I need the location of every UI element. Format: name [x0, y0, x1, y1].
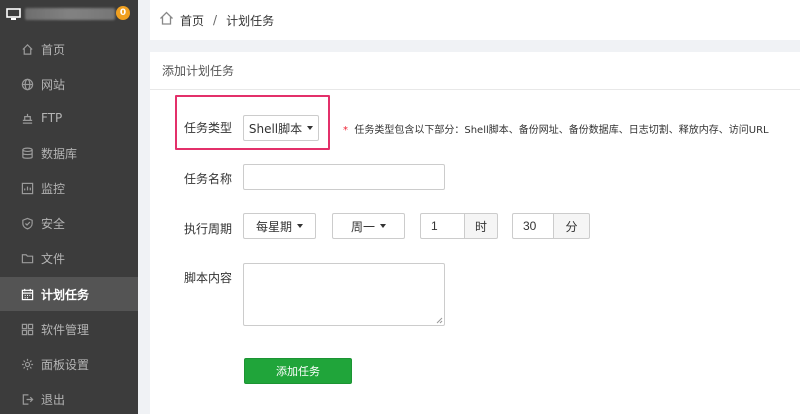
sidebar-item-label: 网站	[41, 77, 66, 92]
task-type-label: 任务类型	[184, 121, 233, 135]
sidebar-item-software[interactable]: 软件管理	[0, 312, 138, 346]
weekday-dropdown[interactable]: 周一	[332, 213, 405, 239]
shield-icon	[20, 216, 34, 230]
ftp-icon	[20, 111, 34, 125]
breadcrumb: 首页 / 计划任务	[150, 0, 800, 40]
server-icon	[6, 8, 21, 24]
database-icon	[20, 146, 34, 160]
script-textarea[interactable]	[243, 263, 445, 326]
breadcrumb-separator: /	[213, 13, 218, 27]
sidebar-item-files[interactable]: 文件	[0, 241, 138, 275]
period-value: 每星期	[255, 219, 292, 234]
sidebar-item-database[interactable]: 数据库	[0, 136, 138, 170]
task-name-label: 任务名称	[184, 172, 233, 186]
task-name-input[interactable]	[243, 164, 445, 190]
sidebar-item-label: 安全	[41, 216, 66, 231]
required-star: *	[343, 125, 348, 136]
notification-badge[interactable]: 0	[116, 6, 130, 20]
chevron-down-icon	[307, 126, 314, 130]
apps-icon	[20, 322, 34, 336]
sidebar-item-security[interactable]: 安全	[0, 206, 138, 240]
period-dropdown[interactable]: 每星期	[243, 213, 316, 239]
period-label: 执行周期	[184, 222, 233, 236]
sidebar-item-label: 监控	[41, 181, 66, 196]
logout-icon	[20, 392, 34, 406]
sidebar-item-label: 面板设置	[41, 357, 90, 372]
minute-unit: 分	[553, 213, 590, 239]
hour-input[interactable]	[420, 213, 465, 239]
weekday-value: 周一	[350, 219, 375, 234]
sidebar-item-monitor[interactable]: 监控	[0, 171, 138, 205]
chevron-down-icon	[380, 224, 386, 228]
sidebar-item-ftp[interactable]: FTP	[0, 101, 138, 135]
task-type-dropdown[interactable]: Shell脚本	[243, 115, 319, 141]
sidebar-item-website[interactable]: 网站	[0, 67, 138, 101]
monitor-icon	[20, 181, 34, 195]
minute-input[interactable]	[512, 213, 554, 239]
gear-icon	[20, 357, 34, 371]
hour-unit: 时	[464, 213, 498, 239]
sidebar-item-label: 计划任务	[41, 287, 90, 302]
task-type-tip: * 任务类型包含以下部分：Shell脚本、备份网址、备份数据库、日志切割、释放内…	[343, 121, 769, 136]
task-type-value: Shell脚本	[248, 121, 303, 136]
folder-icon	[20, 251, 34, 265]
sidebar-item-label: 退出	[41, 392, 66, 407]
sidebar-item-home[interactable]: 首页	[0, 32, 138, 66]
add-task-button[interactable]: 添加任务	[244, 358, 352, 384]
globe-icon	[20, 77, 34, 91]
home-icon[interactable]	[159, 11, 180, 29]
sidebar-item-label: 文件	[41, 251, 66, 266]
sidebar: 0 首页 网站 FTP 数据库 监控 安全 文件 计划任务 软件管理 面板设置	[0, 0, 138, 414]
chevron-down-icon	[297, 224, 303, 228]
calendar-icon	[20, 287, 34, 301]
sidebar-header: 0	[0, 0, 138, 30]
sidebar-item-settings[interactable]: 面板设置	[0, 347, 138, 381]
breadcrumb-current: 计划任务	[226, 13, 275, 28]
breadcrumb-home[interactable]: 首页	[180, 12, 204, 29]
task-type-tip-text: 任务类型包含以下部分：Shell脚本、备份网址、备份数据库、日志切割、释放内存、…	[354, 125, 769, 136]
server-hostname	[25, 8, 115, 20]
sidebar-item-label: 首页	[41, 42, 66, 57]
sidebar-item-label: 数据库	[41, 146, 78, 161]
panel-title: 添加计划任务	[150, 52, 800, 90]
sidebar-item-cron[interactable]: 计划任务	[0, 277, 138, 311]
script-label: 脚本内容	[184, 271, 233, 285]
sidebar-item-logout[interactable]: 退出	[0, 382, 138, 414]
sidebar-item-label: 软件管理	[41, 322, 90, 337]
resize-grip-icon[interactable]	[436, 317, 443, 324]
home-icon	[20, 42, 34, 56]
sidebar-item-label: FTP	[41, 111, 63, 125]
